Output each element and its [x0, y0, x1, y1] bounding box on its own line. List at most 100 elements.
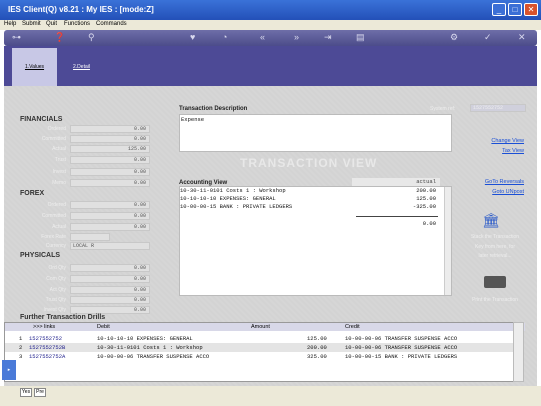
committed-label: Committed [41, 136, 66, 142]
menu-bar: Help Submit Quit Functions Commands [0, 20, 541, 30]
menu-quit[interactable]: Quit [46, 21, 57, 27]
stack-text-1: Stack the Transaction [470, 234, 520, 240]
stack-text-2: Key from here, for [474, 244, 515, 250]
drills-header: >>> links Debit Amount Credit [5, 323, 525, 331]
row-link[interactable]: 1527552752 [29, 335, 62, 342]
com-qty-label: Com Qty [46, 276, 66, 282]
ord-qty-label: Ord Qty [48, 265, 66, 271]
print-text: Print the Transaction [472, 297, 518, 303]
forex-committed-label: Committed [41, 213, 66, 219]
status-bar: ▸ Yes Pre [0, 360, 541, 406]
forex-rate-field[interactable] [70, 233, 110, 241]
actual-field: 125.00 [70, 145, 150, 153]
close-icon[interactable]: ✕ [518, 32, 526, 43]
accounting-amount: 125.00 [416, 195, 436, 202]
menu-functions[interactable]: Functions [64, 21, 90, 27]
actual-column-header: actual [352, 178, 440, 186]
maximize-button[interactable]: □ [508, 3, 522, 16]
currency-field[interactable]: LOCAL R [70, 242, 150, 250]
side-tab[interactable]: ▸ [2, 360, 16, 380]
accounting-total: 0.00 [422, 220, 436, 227]
transaction-description-text: Expense [181, 116, 205, 123]
menu-help[interactable]: Help [4, 21, 16, 27]
trust-qty-field: 0.00 [70, 296, 150, 304]
table-row[interactable]: 3 1527552752A 10-00-00-06 TRANSFER SUSPE… [5, 352, 523, 361]
forex-ordered-field: 0.00 [70, 201, 150, 209]
invest-qty-field: 0.00 [70, 306, 150, 314]
transaction-view-title: TRANSACTION VIEW [240, 156, 378, 170]
col-debit: Debit [97, 324, 110, 330]
row-amount: 125.00 [307, 335, 327, 342]
menu-commands[interactable]: Commands [96, 21, 127, 27]
col-links: >>> links [33, 324, 56, 330]
yes-button[interactable]: Yes [20, 388, 32, 397]
memo-label: Memo [52, 180, 66, 186]
row-amount: 200.00 [307, 344, 327, 351]
clock-icon[interactable]: ◔ [222, 32, 227, 42]
goto-unpost-link[interactable]: Goto UNpost [464, 189, 524, 195]
tax-view-link[interactable]: Tax View [470, 148, 524, 154]
financials-heading: FINANCIALS [20, 116, 63, 123]
drills-scrollbar[interactable] [513, 322, 524, 382]
trust-field: 0.00 [70, 156, 150, 164]
ord-qty-field: 0.00 [70, 264, 150, 272]
title-bar: IES Client(Q) v8.21 : My IES : [mode:Z] … [0, 0, 541, 20]
row-number: 1 [19, 335, 23, 342]
row-debit: 10-00-00-06 TRANSFER SUSPENSE ACCO [97, 353, 210, 360]
menu-submit[interactable]: Submit [22, 21, 41, 27]
accounting-scrollbar[interactable] [444, 187, 451, 295]
forex-heading: FOREX [20, 190, 45, 197]
system-ref-label: System ref: [430, 106, 456, 112]
drills-table: >>> links Debit Amount Credit 1 15275527… [4, 322, 525, 382]
printer-icon[interactable] [484, 276, 506, 288]
minimize-button[interactable]: _ [492, 3, 506, 16]
window-title: IES Client(Q) v8.21 : My IES : [mode:Z] [8, 5, 154, 14]
accounting-line: 10-10-10-10 EXPENSES: GENERAL [180, 195, 276, 202]
row-link[interactable]: 1527552752B [29, 344, 65, 351]
goto-reversals-link[interactable]: GoTo Reversals [464, 179, 524, 185]
table-row[interactable]: 2 1527552752B 10-30-11-0101 Costs 1 : Wo… [5, 343, 523, 352]
forex-rate-label: Forex Rate [41, 234, 66, 240]
table-row[interactable]: 1 1527552752 10-10-10-10 EXPENSES: GENER… [5, 334, 523, 343]
help-icon[interactable]: ❓ [54, 32, 65, 43]
toolbar: ⊶ ❓ ⚲ ♥ ◔ « » ⇥ ▤ ⚙ ✓ ✕ [4, 30, 537, 46]
transaction-description-label: Transaction Description [179, 106, 248, 112]
act-qty-field: 0.00 [70, 286, 150, 294]
search-icon[interactable]: ⚲ [88, 32, 95, 43]
check-icon[interactable]: ✓ [484, 32, 492, 43]
accounting-line: 10-00-00-15 BANK : PRIVATE LEDGERS [180, 203, 293, 210]
forex-committed-field: 0.00 [70, 212, 150, 220]
trust-qty-label: Trust Qty [45, 297, 66, 303]
transaction-description-box[interactable]: Expense [179, 114, 452, 152]
accounting-amount: -325.00 [412, 203, 436, 210]
total-divider [356, 216, 438, 217]
stack-text-3: later retrieval... [478, 253, 512, 259]
heart-icon[interactable]: ♥ [190, 32, 195, 42]
tab-values[interactable]: 1.Values [12, 48, 57, 86]
col-amount: Amount [251, 324, 270, 330]
forex-actual-field: 0.00 [70, 223, 150, 231]
act-qty-label: Act Qty [49, 287, 66, 293]
rewind-icon[interactable]: « [260, 32, 265, 42]
system-ref-field: 1527552752 [470, 104, 526, 112]
row-link[interactable]: 1527552752A [29, 353, 65, 360]
gear-icon[interactable]: ⚙ [450, 32, 458, 43]
tab-detail[interactable]: 2.Detail [59, 48, 104, 86]
exit-icon[interactable]: ⇥ [324, 32, 332, 43]
menu-icon[interactable]: ▤ [356, 32, 365, 43]
invest-field: 0.00 [70, 168, 150, 176]
change-view-link[interactable]: Change View [470, 138, 524, 144]
actual-label: Actual [52, 146, 66, 152]
close-button[interactable]: ✕ [524, 3, 538, 16]
key-icon[interactable]: ⊶ [12, 32, 21, 43]
row-debit: 10-30-11-0101 Costs 1 : Workshop [97, 344, 203, 351]
bank-icon[interactable]: 🏛 [482, 212, 500, 229]
row-amount: 325.00 [307, 353, 327, 360]
row-credit: 10-00-00-15 BANK : PRIVATE LEDGERS [345, 353, 458, 360]
accounting-line: 10-30-11-0101 Costs 1 : Workshop [180, 187, 286, 194]
trust-label: Trust [54, 157, 66, 163]
invest-label: Invest [52, 169, 66, 175]
pre-button[interactable]: Pre [34, 388, 46, 397]
ordered-label: Ordered [47, 126, 66, 132]
forward-icon[interactable]: » [294, 32, 299, 42]
